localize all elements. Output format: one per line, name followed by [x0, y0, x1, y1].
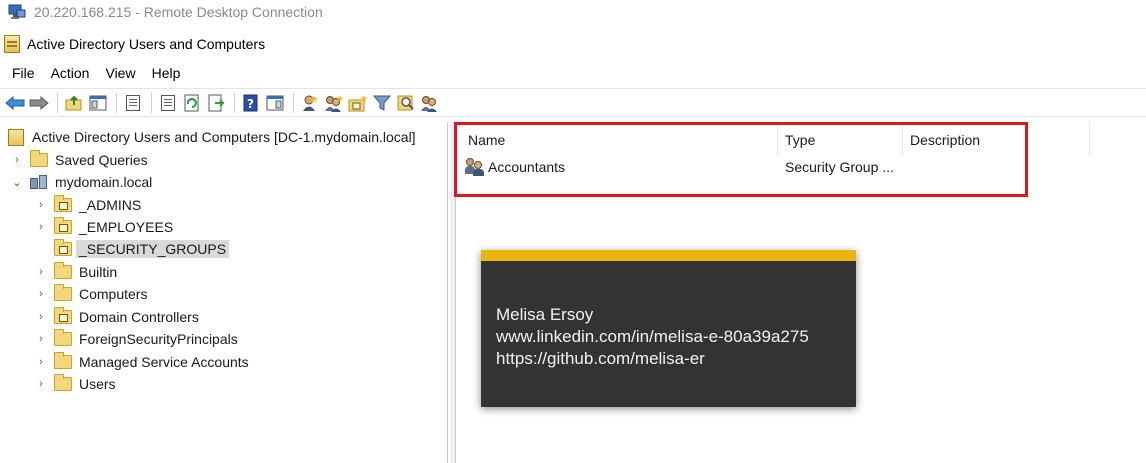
ou-folder-icon [54, 217, 72, 234]
toolbar-separator [116, 92, 117, 113]
folder-icon [54, 352, 72, 369]
list-row[interactable]: Accountants Security Group ... [457, 156, 1146, 178]
column-divider[interactable] [1089, 122, 1090, 156]
tree-item-employees[interactable]: › _EMPLOYEES [34, 216, 173, 238]
add-to-group-icon[interactable] [419, 92, 441, 114]
folder-icon [54, 284, 72, 301]
tree-item-label: Computers [79, 286, 148, 302]
domain-icon [30, 174, 48, 190]
filter-icon[interactable] [371, 92, 393, 114]
new-user-icon[interactable] [299, 92, 321, 114]
folder-icon [54, 329, 72, 346]
chevron-right-icon[interactable]: › [34, 288, 48, 300]
card-accent-bar [481, 250, 856, 261]
chevron-right-icon[interactable]: › [34, 356, 48, 368]
cell-name: Accountants [465, 156, 565, 178]
chevron-right-icon[interactable]: › [34, 221, 48, 233]
help-icon[interactable]: ? [240, 92, 262, 114]
properties-sheet-icon[interactable] [122, 92, 144, 114]
column-header-name[interactable]: Name [468, 122, 505, 158]
ou-folder-icon [54, 239, 72, 256]
chevron-right-icon[interactable]: › [34, 311, 48, 323]
toolbar-separator [293, 92, 294, 113]
menu-file[interactable]: File [4, 63, 43, 83]
chevron-right-icon[interactable]: › [34, 333, 48, 345]
tree-item-managed-service-accounts[interactable]: › Managed Service Accounts [34, 351, 249, 373]
card-github-url: https://github.com/melisa-er [496, 349, 705, 368]
remote-desktop-title: 20.220.168.215 - Remote Desktop Connecti… [34, 4, 323, 20]
up-folder-icon[interactable] [63, 92, 85, 114]
tree-item-label: mydomain.local [55, 174, 153, 190]
chevron-right-icon[interactable]: › [34, 266, 48, 278]
window-title-bar: Active Directory Users and Computers [0, 32, 265, 56]
column-header-type[interactable]: Type [785, 122, 815, 158]
tree-item-label: _EMPLOYEES [79, 219, 174, 235]
tree-item-label: Saved Queries [55, 152, 148, 168]
ou-folder-icon [54, 195, 72, 212]
remote-desktop-title-bar: 20.220.168.215 - Remote Desktop Connecti… [0, 0, 1146, 24]
toolbar-separator [57, 92, 58, 113]
refresh-icon[interactable] [181, 92, 203, 114]
remote-desktop-icon [8, 4, 26, 20]
export-list-icon[interactable] [157, 92, 179, 114]
svg-text:?: ? [247, 97, 254, 111]
tree-item-saved-queries[interactable]: › Saved Queries [10, 149, 148, 171]
new-ou-icon[interactable] [347, 92, 369, 114]
tree-item-users[interactable]: › Users [34, 373, 116, 395]
show-console-tree-icon[interactable] [87, 92, 109, 114]
folder-icon [54, 374, 72, 391]
toolbar-separator [151, 92, 152, 113]
forward-arrow-icon[interactable] [28, 92, 50, 114]
security-group-icon [465, 158, 485, 176]
author-info-card: Melisa Ersoy www.linkedin.com/in/melisa-… [481, 250, 856, 407]
column-divider[interactable] [777, 122, 778, 156]
chevron-down-icon[interactable]: ⌄ [10, 176, 24, 189]
tree-item-admins[interactable]: › _ADMINS [34, 194, 141, 216]
chevron-right-icon[interactable]: › [10, 154, 24, 166]
folder-icon [54, 262, 72, 279]
back-arrow-icon[interactable] [4, 92, 26, 114]
column-header-description[interactable]: Description [910, 122, 980, 158]
tree-root[interactable]: Active Directory Users and Computers [DC… [8, 126, 416, 148]
tree-item-label: Users [79, 376, 116, 392]
menu-help[interactable]: Help [144, 63, 189, 83]
aduc-app-icon [4, 35, 20, 53]
tree-item-domain[interactable]: ⌄ mydomain.local [10, 171, 152, 193]
tree-item-security-groups[interactable]: _SECURITY_GROUPS [34, 238, 230, 260]
folder-icon [30, 150, 48, 167]
new-group-icon[interactable] [323, 92, 345, 114]
tree-item-label: Builtin [79, 264, 118, 280]
cell-type: Security Group ... [785, 159, 894, 175]
tree-item-foreign-security-principals[interactable]: › ForeignSecurityPrincipals [34, 328, 238, 350]
tree-item-builtin[interactable]: › Builtin [34, 261, 117, 283]
toolbar-separator [234, 92, 235, 113]
column-divider[interactable] [902, 122, 903, 156]
show-action-pane-icon[interactable] [264, 92, 286, 114]
pane-splitter[interactable] [450, 122, 456, 463]
tree-item-label: Managed Service Accounts [79, 354, 249, 370]
cell-name-text: Accountants [488, 159, 566, 175]
tree-item-label: ForeignSecurityPrincipals [79, 331, 238, 347]
tree-item-label: _ADMINS [79, 197, 142, 213]
card-text: Melisa Ersoy www.linkedin.com/in/melisa-… [496, 304, 809, 370]
menu-view[interactable]: View [97, 63, 143, 83]
tree-root-label: Active Directory Users and Computers [DC… [32, 129, 416, 145]
tree-item-domain-controllers[interactable]: › Domain Controllers [34, 306, 199, 328]
menu-action[interactable]: Action [43, 63, 98, 83]
card-linkedin-url: www.linkedin.com/in/melisa-e-80a39a275 [496, 327, 809, 346]
window-title: Active Directory Users and Computers [27, 36, 266, 52]
toolbar: ? [0, 88, 1146, 117]
console-tree: Active Directory Users and Computers [DC… [2, 122, 448, 463]
ou-folder-icon [54, 307, 72, 324]
tree-item-label-selected: _SECURITY_GROUPS [76, 240, 230, 258]
card-author-name: Melisa Ersoy [496, 305, 594, 324]
tree-item-label: Domain Controllers [79, 309, 199, 325]
find-icon[interactable] [395, 92, 417, 114]
aduc-root-icon [8, 128, 24, 146]
chevron-right-icon[interactable]: › [34, 378, 48, 390]
tree-item-computers[interactable]: › Computers [34, 283, 147, 305]
menu-bar: File Action View Help [0, 61, 188, 85]
export-icon[interactable] [205, 92, 227, 114]
chevron-right-icon[interactable]: › [34, 199, 48, 211]
